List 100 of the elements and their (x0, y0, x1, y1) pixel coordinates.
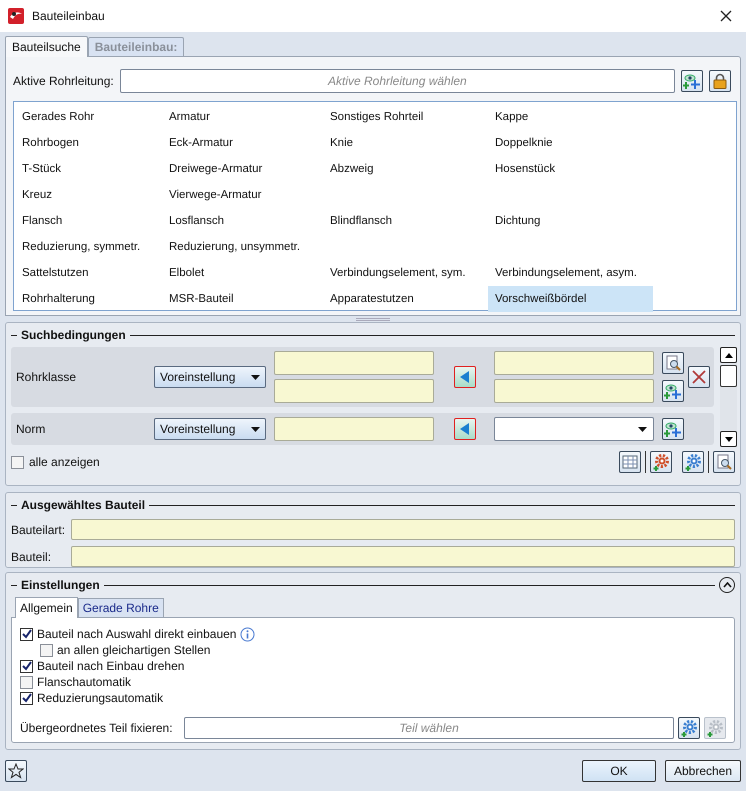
preset-dropdown[interactable]: Voreinstellung (154, 366, 266, 388)
info-icon[interactable] (240, 626, 256, 642)
caret-icon (638, 426, 647, 432)
part-type-item[interactable]: Abzweig (323, 156, 488, 182)
checkbox[interactable] (20, 692, 33, 704)
part-type-item[interactable]: Reduzierung, symmetr. (15, 234, 162, 260)
lock-icon (713, 73, 727, 89)
checkbox[interactable] (20, 660, 33, 672)
gear-button[interactable] (678, 717, 700, 739)
search-button[interactable] (713, 451, 735, 473)
search-icon (665, 355, 681, 371)
checkbox-label: Bauteil nach Auswahl direkt einbauen (37, 627, 236, 641)
part-type-item[interactable]: Doppelknie (488, 130, 653, 156)
section-title: Einstellungen (21, 578, 100, 592)
parent-part-field[interactable]: Teil wählen (184, 717, 674, 739)
scroll-up-button[interactable] (720, 347, 737, 363)
app-logo-icon (8, 8, 24, 24)
eye-plus-icon (664, 420, 682, 438)
checkbox-label: Flanschautomatik (37, 675, 132, 689)
field-label: Bauteilart: (11, 522, 66, 536)
part-type-item[interactable]: Losflansch (162, 208, 323, 234)
close-icon[interactable] (720, 10, 732, 22)
part-type-item[interactable]: Kreuz (15, 182, 162, 208)
condition-label: Norm (16, 422, 46, 436)
scroll-thumb[interactable] (720, 365, 737, 387)
part-type-item[interactable]: Knie (323, 130, 488, 156)
checkbox[interactable] (20, 676, 33, 688)
gear-button[interactable] (650, 451, 672, 473)
part-type-item[interactable]: Eck-Armatur (162, 130, 323, 156)
input-field[interactable] (71, 519, 735, 540)
part-type-item[interactable]: T-Stück (15, 156, 162, 182)
dialog-button[interactable]: Abbrechen (665, 760, 741, 782)
input-field[interactable] (494, 351, 654, 375)
field-label: Übergeordnetes Teil fixieren: (20, 721, 174, 735)
star-icon (8, 763, 24, 779)
tab[interactable]: Allgemein (15, 597, 78, 618)
search-icon (716, 454, 732, 470)
checkbox[interactable] (40, 644, 53, 656)
favorite-button[interactable] (5, 760, 27, 782)
transfer-button[interactable] (454, 418, 476, 440)
part-type-item[interactable]: Vorschweißbördel (488, 286, 653, 312)
caret-icon (251, 374, 260, 380)
input-field[interactable] (274, 351, 434, 375)
input-field[interactable] (494, 379, 654, 403)
down-arrow-icon (724, 436, 732, 442)
gear-button[interactable] (682, 451, 704, 473)
tab[interactable]: Bauteilsuche (5, 36, 88, 57)
part-type-item[interactable]: Dichtung (488, 208, 653, 234)
eye-plus-icon (683, 72, 701, 90)
part-type-item[interactable]: Reduzierung, unsymmetr. (162, 234, 323, 260)
checkbox-label: alle anzeigen (29, 455, 100, 469)
part-type-item[interactable]: Armatur (162, 104, 323, 130)
add-button[interactable] (681, 70, 703, 92)
transfer-button[interactable] (454, 366, 476, 388)
part-type-item[interactable]: Gerades Rohr (15, 104, 162, 130)
dialog-button[interactable]: OK (582, 760, 656, 782)
dropdown[interactable] (494, 417, 654, 441)
section-title: Ausgewähltes Bauteil (21, 498, 146, 512)
part-type-item[interactable]: Sonstiges Rohrteil (323, 104, 488, 130)
scroll-down-button[interactable] (720, 431, 737, 447)
left-triangle-icon (460, 371, 470, 383)
checkbox[interactable] (11, 456, 24, 468)
part-type-item[interactable]: Vierwege-Armatur (162, 182, 323, 208)
caret-icon (251, 426, 260, 432)
part-type-item[interactable]: Dreiwege-Armatur (162, 156, 323, 182)
input-field[interactable] (274, 417, 434, 441)
part-type-item[interactable]: Verbindungselement, asym. (488, 260, 653, 286)
checkbox-label: Reduzierungsautomatik (37, 691, 164, 705)
checkbox-label: an allen gleichartigen Stellen (57, 643, 210, 657)
part-type-item[interactable]: MSR-Bauteil (162, 286, 323, 312)
table-button[interactable] (619, 451, 641, 473)
preset-dropdown[interactable]: Voreinstellung (154, 418, 266, 440)
cross-icon (692, 370, 706, 384)
part-type-item[interactable]: Elbolet (162, 260, 323, 286)
add-button[interactable] (662, 418, 684, 440)
left-triangle-icon (460, 423, 470, 435)
field-label: Bauteil: (11, 550, 52, 564)
search-button[interactable] (662, 352, 684, 374)
part-type-item[interactable]: Rohrhalterung (15, 286, 162, 312)
delete-button[interactable] (688, 366, 710, 388)
gear-icon (684, 453, 702, 471)
part-type-item[interactable]: Apparatestutzen (323, 286, 488, 312)
part-type-item[interactable]: Verbindungselement, sym. (323, 260, 488, 286)
input-field[interactable] (71, 546, 735, 567)
part-type-item[interactable]: Hosenstück (488, 156, 653, 182)
gear-icon (680, 719, 698, 737)
tab[interactable]: Gerade Rohre (78, 598, 164, 617)
input-field[interactable] (274, 379, 434, 403)
field-label: Aktive Rohrleitung: (13, 74, 114, 88)
collapse-icon[interactable] (719, 577, 735, 593)
part-type-item[interactable]: Rohrbogen (15, 130, 162, 156)
part-type-item[interactable]: Sattelstutzen (15, 260, 162, 286)
part-type-item[interactable]: Blindflansch (323, 208, 488, 234)
add-button[interactable] (662, 380, 684, 402)
scrollbar[interactable] (720, 347, 737, 447)
checkbox[interactable] (20, 628, 33, 640)
part-type-item[interactable]: Kappe (488, 104, 653, 130)
part-type-item[interactable]: Flansch (15, 208, 162, 234)
pipeline-field[interactable]: Aktive Rohrleitung wählen (120, 69, 675, 93)
lock-button[interactable] (709, 70, 731, 92)
